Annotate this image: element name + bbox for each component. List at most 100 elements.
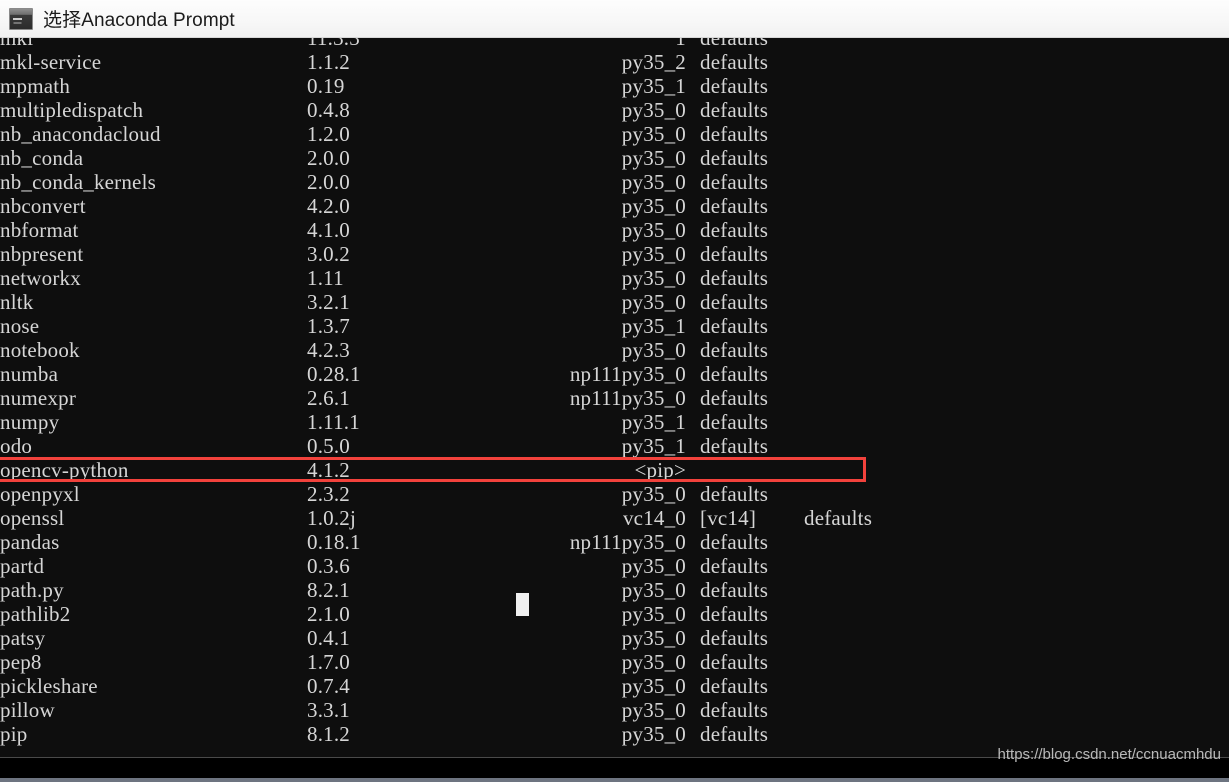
package-name-cell: pep8 xyxy=(0,650,42,674)
package-channel-cell: defaults xyxy=(700,290,769,314)
package-channel-cell: defaults xyxy=(700,170,769,194)
package-row: networkx 1.11 py35_0 defaults xyxy=(0,266,1229,290)
package-name-cell: nb_conda xyxy=(0,146,84,170)
window-titlebar[interactable]: 选择Anaconda Prompt xyxy=(0,0,1229,38)
package-channel-cell: defaults xyxy=(700,38,769,50)
package-name-cell: pip xyxy=(0,722,28,746)
package-row: pickleshare 0.7.4 py35_0 defaults xyxy=(0,674,1229,698)
package-channel-cell: defaults xyxy=(700,722,769,746)
package-channel-cell: defaults xyxy=(700,674,769,698)
package-build-cell: py35_0 xyxy=(621,98,686,122)
package-channel-cell: defaults xyxy=(804,506,873,530)
window-title: 选择Anaconda Prompt xyxy=(43,10,235,31)
package-name-cell: numpy xyxy=(0,410,60,434)
package-row: numba 0.28.1 np111py35_0 defaults xyxy=(0,362,1229,386)
package-channel-cell: defaults xyxy=(700,650,769,674)
package-build-cell: <pip> xyxy=(634,458,686,482)
package-row: pandas 0.18.1 np111py35_0 defaults xyxy=(0,530,1229,554)
package-row: nb_conda_kernels 2.0.0 py35_0 defaults xyxy=(0,170,1229,194)
package-row: pip 8.1.2 py35_0 defaults xyxy=(0,722,1229,746)
package-name-cell: openpyxl xyxy=(0,482,80,506)
package-channel-cell: defaults xyxy=(700,194,769,218)
package-build-cell: py35_0 xyxy=(621,650,686,674)
package-channel-cell: defaults xyxy=(700,578,769,602)
package-channel-cell: defaults xyxy=(700,386,769,410)
package-build-cell: py35_1 xyxy=(621,410,686,434)
package-name-cell: nbpresent xyxy=(0,242,84,266)
package-name-cell: pillow xyxy=(0,698,55,722)
package-build-cell: py35_0 xyxy=(621,170,686,194)
terminal-cursor xyxy=(516,593,529,616)
package-row: numexpr 2.6.1 np111py35_0 defaults xyxy=(0,386,1229,410)
package-build-cell: py35_0 xyxy=(621,554,686,578)
package-build-cell: np111py35_0 xyxy=(569,362,686,386)
package-build-cell: py35_0 xyxy=(621,266,686,290)
package-name-cell: path.py xyxy=(0,578,64,602)
package-row: nose 1.3.7 py35_1 defaults xyxy=(0,314,1229,338)
package-channel-cell: defaults xyxy=(700,146,769,170)
package-name-cell: multipledispatch xyxy=(0,98,144,122)
package-row: patsy 0.4.1 py35_0 defaults xyxy=(0,626,1229,650)
package-channel-cell: defaults xyxy=(700,434,769,458)
package-name-cell: nltk xyxy=(0,290,34,314)
package-name-cell: openssl xyxy=(0,506,65,530)
package-row: nb_anacondacloud 1.2.0 py35_0 defaults xyxy=(0,122,1229,146)
package-row: numpy 1.11.1 py35_1 defaults xyxy=(0,410,1229,434)
package-name-cell: odo xyxy=(0,434,33,458)
package-row: partd 0.3.6 py35_0 defaults xyxy=(0,554,1229,578)
package-build-cell: py35_0 xyxy=(621,218,686,242)
package-name-cell: mpmath xyxy=(0,74,71,98)
package-name-cell: partd xyxy=(0,554,45,578)
package-channel-cell: defaults xyxy=(700,530,769,554)
package-name-cell: mkl-service xyxy=(0,50,102,74)
console-icon xyxy=(9,7,33,30)
package-channel-cell: defaults xyxy=(700,266,769,290)
package-name-cell: nbformat xyxy=(0,218,79,242)
package-name-cell: networkx xyxy=(0,266,81,290)
package-row: nb_conda 2.0.0 py35_0 defaults xyxy=(0,146,1229,170)
package-name-cell: nbconvert xyxy=(0,194,86,218)
package-name-cell: numba xyxy=(0,362,59,386)
package-build-cell: py35_0 xyxy=(621,338,686,362)
package-channel-cell: defaults xyxy=(700,554,769,578)
package-channel-cell: defaults xyxy=(700,410,769,434)
package-build-cell: py35_0 xyxy=(621,698,686,722)
app-root: 选择Anaconda Prompt mkl 11.3.3 1 defaults mkl-… xyxy=(0,0,1229,782)
package-channel-cell: defaults xyxy=(700,242,769,266)
package-build-cell: py35_2 xyxy=(621,50,686,74)
terminal-viewport[interactable]: mkl 11.3.3 1 defaults mkl-service 1.1.2 py35_2… xyxy=(0,38,1229,757)
package-name-cell: pathlib2 xyxy=(0,602,71,626)
package-name-cell: nb_conda_kernels xyxy=(0,170,156,194)
package-name-cell: pickleshare xyxy=(0,674,98,698)
package-build-cell: np111py35_0 xyxy=(569,386,686,410)
package-row: odo 0.5.0 py35_1 defaults xyxy=(0,434,1229,458)
package-channel-cell: defaults xyxy=(700,122,769,146)
package-row: nbformat 4.1.0 py35_0 defaults xyxy=(0,218,1229,242)
package-extra-cell: [vc14] xyxy=(700,506,757,530)
package-build-cell: py35_0 xyxy=(621,482,686,506)
package-build-cell: py35_0 xyxy=(621,194,686,218)
package-channel-cell: defaults xyxy=(700,626,769,650)
package-row: openssl 1.0.2j vc14_0 [vc14] defaults xyxy=(0,506,1229,530)
package-row: nbconvert 4.2.0 py35_0 defaults xyxy=(0,194,1229,218)
package-row: multipledispatch 0.4.8 py35_0 defaults xyxy=(0,98,1229,122)
package-build-cell: py35_0 xyxy=(621,290,686,314)
package-build-cell: py35_0 xyxy=(621,122,686,146)
package-build-cell: py35_0 xyxy=(621,146,686,170)
package-row: nbpresent 3.0.2 py35_0 defaults xyxy=(0,242,1229,266)
terminal-rows: mkl 11.3.3 1 defaults mkl-service 1.1.2 py35_2… xyxy=(0,38,1229,746)
package-build-cell: py35_1 xyxy=(621,74,686,98)
package-build-cell: np111py35_0 xyxy=(569,530,686,554)
package-build-cell: py35_0 xyxy=(621,674,686,698)
package-build-cell: py35_1 xyxy=(621,314,686,338)
package-build-cell: py35_0 xyxy=(621,578,686,602)
package-row: nltk 3.2.1 py35_0 defaults xyxy=(0,290,1229,314)
package-name-cell: opencv-python xyxy=(0,458,129,482)
package-build-cell: 1 xyxy=(675,38,686,50)
package-channel-cell: defaults xyxy=(700,482,769,506)
package-row: path.py 8.2.1 py35_0 defaults xyxy=(0,578,1229,602)
package-build-cell: py35_0 xyxy=(621,242,686,266)
package-channel-cell: defaults xyxy=(700,698,769,722)
package-channel-cell: defaults xyxy=(700,338,769,362)
package-row: notebook 4.2.3 py35_0 defaults xyxy=(0,338,1229,362)
